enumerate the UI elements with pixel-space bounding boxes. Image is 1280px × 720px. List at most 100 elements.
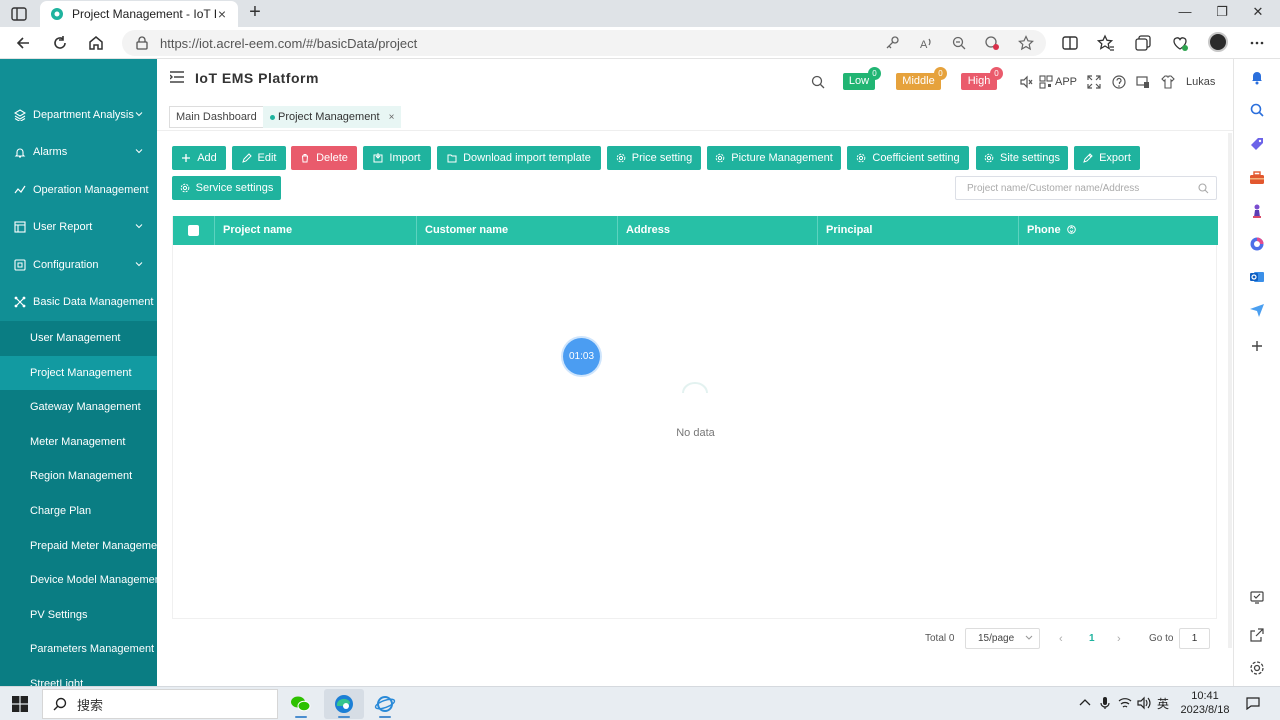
taskbar-wechat-app[interactable] [281,689,321,719]
submenu-item-charge-plan[interactable]: Charge Plan [0,494,157,528]
service-settings-button[interactable]: Service settings [172,176,281,200]
taskbar-edge-app[interactable] [324,689,364,719]
alarm-low-button[interactable]: Low 0 [843,67,881,90]
submenu-item-meter-management[interactable]: Meter Management [0,425,157,459]
mute-icon[interactable] [1019,75,1033,89]
search-sidebar-icon[interactable] [1249,102,1265,118]
price-setting-button[interactable]: Price setting [607,146,701,170]
shopping-tag-icon[interactable] [1249,136,1265,152]
minimize-button[interactable]: — [1177,4,1193,20]
search-input-icon[interactable] [1198,183,1209,194]
collections-icon[interactable] [1134,34,1152,52]
app-download-link[interactable]: APP [1055,76,1077,88]
col-customer-name[interactable]: Customer name [417,216,618,245]
select-all-checkbox[interactable] [188,225,199,236]
ime-indicator[interactable]: 英 [1157,695,1169,712]
sidebar-item-alarms[interactable]: Alarms [0,133,157,170]
goto-page-input[interactable]: 1 [1179,628,1210,649]
outlook-icon[interactable] [1249,269,1265,285]
refresh-icon[interactable] [51,34,69,52]
home-icon[interactable] [87,34,105,52]
sidebar-item-operation-management[interactable]: Operation Management [0,171,157,208]
content-scrollbar[interactable] [1228,133,1232,648]
wifi-icon[interactable] [1118,696,1132,710]
submenu-item-parameters-management[interactable]: Parameters Management [0,632,157,666]
import-button[interactable]: Import [363,146,431,170]
prev-page-button[interactable]: ‹ [1059,633,1063,645]
close-tab-icon[interactable]: × [216,6,228,22]
search-icon[interactable] [811,75,825,89]
open-external-icon[interactable] [1249,627,1265,643]
col-principal[interactable]: Principal [818,216,1019,245]
col-address[interactable]: Address [618,216,818,245]
notification-bell-icon[interactable] [1249,69,1265,85]
screen-share-icon[interactable] [1136,75,1150,89]
picture-management-button[interactable]: Picture Management [707,146,841,170]
coefficient-setting-button[interactable]: Coefficient setting [847,146,969,170]
submenu-item-streetlight[interactable]: StreetLight [0,667,157,686]
sidebar-item-user-report[interactable]: User Report [0,208,157,245]
key-icon[interactable] [884,35,900,51]
submenu-item-user-management[interactable]: User Management [0,321,157,355]
project-search-field[interactable] [955,176,1217,200]
col-project-name[interactable]: Project name [215,216,417,245]
tray-overflow-chevron-icon[interactable] [1078,696,1092,710]
submenu-item-region-management[interactable]: Region Management [0,459,157,493]
microsoft-365-icon[interactable] [1249,236,1265,252]
taskbar-search-box[interactable]: 搜索 [42,689,278,719]
qr-code-icon[interactable] [1039,75,1053,89]
site-settings-button[interactable]: Site settings [976,146,1068,170]
submenu-item-project-management[interactable]: Project Management [0,355,157,390]
user-name[interactable]: Lukas [1186,76,1215,88]
screenshot-capture-icon[interactable] [1249,589,1265,605]
next-page-button[interactable]: › [1117,633,1121,645]
back-icon[interactable] [14,34,32,52]
submenu-item-pv-settings[interactable]: PV Settings [0,598,157,632]
close-window-button[interactable]: ✕ [1250,4,1266,20]
sidebar-item-basic-data-management[interactable]: Basic Data Management [0,283,157,320]
profile-avatar[interactable] [1208,32,1228,52]
read-aloud-icon[interactable]: A [918,35,934,51]
tag-project-management[interactable]: Project Management × [263,106,402,128]
col-phone-header[interactable]: Phone [1019,216,1218,245]
submenu-item-gateway-management[interactable]: Gateway Management [0,390,157,424]
edit-button[interactable]: Edit [232,146,286,170]
microphone-icon[interactable] [1098,696,1112,710]
maximize-button[interactable]: ❐ [1214,4,1230,20]
tracking-prevention-icon[interactable] [984,35,1000,51]
sort-icon[interactable] [1066,225,1076,234]
drop-send-icon[interactable] [1249,302,1265,318]
export-button[interactable]: Export [1074,146,1140,170]
page-size-select[interactable]: 15/page [965,628,1040,649]
zoom-icon[interactable] [951,35,967,51]
alarm-high-button[interactable]: High 0 [961,67,1003,90]
favorite-star-icon[interactable] [1018,35,1034,51]
close-tag-icon[interactable]: × [389,112,395,123]
help-icon[interactable] [1112,75,1126,89]
browser-essentials-icon[interactable] [1171,34,1189,52]
submenu-item-device-model-management[interactable]: Device Model Management [0,563,157,597]
tag-main-dashboard[interactable]: Main Dashboard [169,106,264,128]
notification-center-icon[interactable] [1246,696,1260,710]
project-search-input[interactable] [956,177,1186,199]
sidebar-settings-icon[interactable] [1249,660,1265,676]
tools-briefcase-icon[interactable] [1249,170,1265,186]
taskbar-app-3[interactable] [365,689,405,719]
windows-start-icon[interactable] [12,696,28,712]
browser-tab-active[interactable]: Project Management - IoT EMS P × [40,1,238,27]
download-import-template-button[interactable]: Download import template [437,146,601,170]
tab-actions-icon[interactable] [10,5,28,23]
url-field[interactable]: https://iot.acrel-eem.com/#/basicData/pr… [122,30,1046,56]
fullscreen-icon[interactable] [1087,75,1101,89]
sidebar-item-department-analysis[interactable]: Department Analysis [0,96,157,133]
current-page-number[interactable]: 1 [1089,633,1095,644]
more-options-icon[interactable] [1248,34,1266,52]
taskbar-clock[interactable]: 10:41 2023/8/18 [1176,689,1234,717]
theme-shirt-icon[interactable] [1161,75,1175,89]
volume-icon[interactable] [1137,696,1151,710]
new-tab-button[interactable]: + [246,2,264,22]
menu-toggle-icon[interactable] [170,71,184,83]
lock-icon[interactable] [136,36,148,50]
add-sidebar-app-icon[interactable] [1249,338,1265,354]
favorites-icon[interactable] [1097,34,1115,52]
